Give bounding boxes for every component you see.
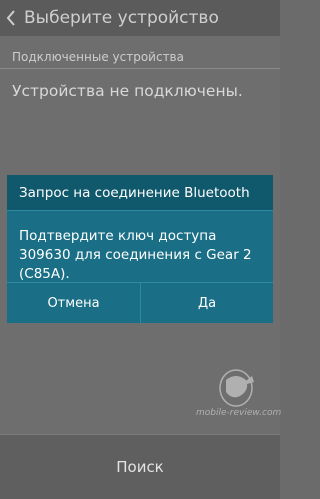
dialog-title-bar: Запрос на соединение Bluetooth <box>7 175 273 210</box>
action-bar: Выберите устройство <box>0 0 280 36</box>
watermark-text: mobile-review.com <box>196 408 282 418</box>
cancel-button[interactable]: Отмена <box>7 283 140 324</box>
section-divider <box>0 68 280 69</box>
no-devices-message: Устройства не подключены. <box>12 82 243 100</box>
bluetooth-pairing-dialog: Запрос на соединение Bluetooth Подтверди… <box>7 175 273 324</box>
confirm-button[interactable]: Да <box>141 283 273 324</box>
dialog-button-bar: Отмена Да <box>7 282 273 324</box>
page-title: Выберите устройство <box>24 8 219 28</box>
back-chevron-icon[interactable] <box>4 7 18 29</box>
search-button[interactable]: Поиск <box>0 435 280 499</box>
screen: Выберите устройство Подключенные устройс… <box>0 0 281 499</box>
watermark-emblem-icon <box>219 369 254 407</box>
watermark-logo: mobile-review.com <box>196 366 281 426</box>
dialog-title: Запрос на соединение Bluetooth <box>19 185 250 201</box>
connected-devices-header: Подключенные устройства <box>12 50 184 64</box>
bottom-bar: Поиск <box>0 434 280 499</box>
dialog-title-divider <box>7 210 273 211</box>
dialog-message: Подтвердите ключ доступа 309630 для соед… <box>19 228 252 282</box>
